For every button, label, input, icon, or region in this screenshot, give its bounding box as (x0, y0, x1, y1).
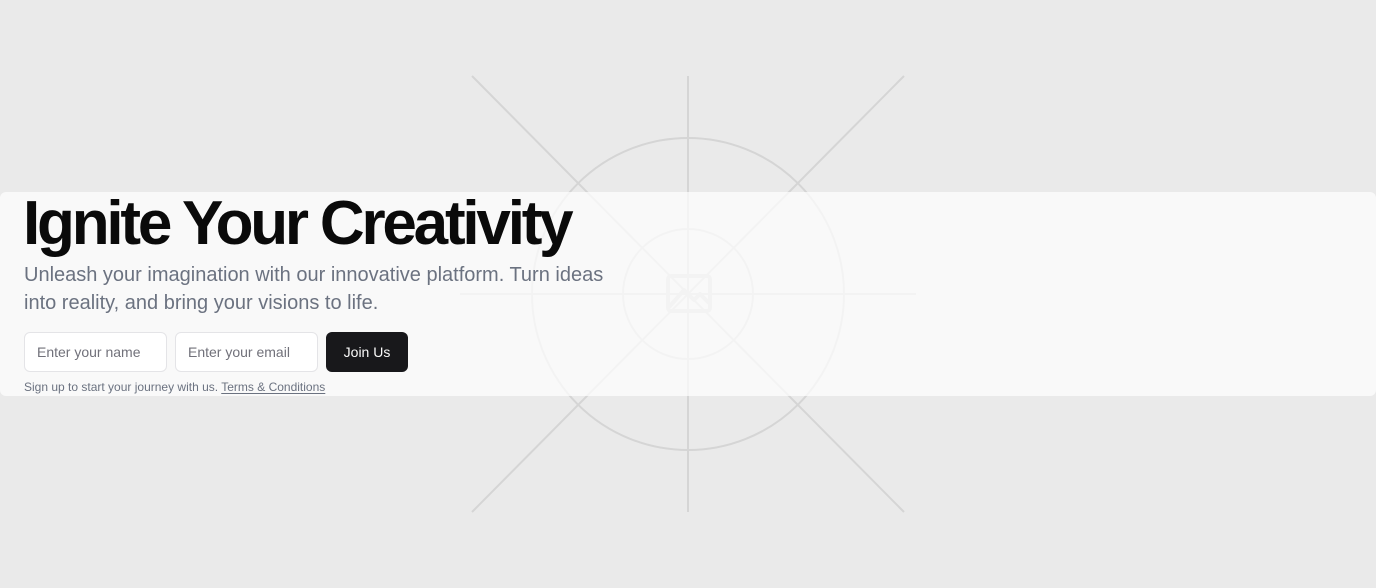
signup-note-text: Sign up to start your journey with us. (24, 380, 219, 394)
name-input[interactable] (24, 332, 167, 372)
hero-title: Ignite Your Creativity (23, 189, 574, 258)
hero-card: Ignite Your Creativity Unleash your imag… (0, 192, 1376, 396)
join-us-button[interactable]: Join Us (326, 332, 408, 372)
terms-conditions-link[interactable]: Terms & Conditions (221, 380, 325, 394)
signup-note: Sign up to start your journey with us. T… (24, 380, 325, 394)
signup-form: Join Us (24, 332, 408, 372)
email-input[interactable] (175, 332, 318, 372)
hero-subtitle: Unleash your imagination with our innova… (24, 264, 604, 314)
